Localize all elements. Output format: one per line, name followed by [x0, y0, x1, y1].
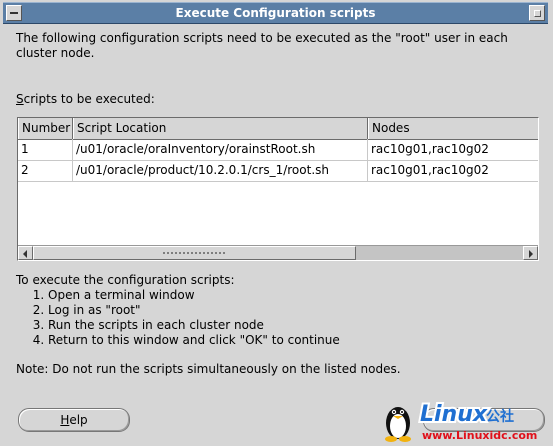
scripts-label-mnemonic: S — [16, 92, 24, 106]
watermark-url: www.Linuxidc.com — [422, 429, 537, 442]
horizontal-scrollbar[interactable] — [18, 245, 538, 260]
instructions: To execute the configuration scripts: Op… — [16, 273, 340, 348]
instructions-heading: To execute the configuration scripts: — [16, 273, 235, 287]
scrollbar-thumb[interactable] — [33, 246, 356, 260]
intro-text: The following configuration scripts need… — [16, 31, 508, 60]
watermark-logo-text: Linux — [420, 402, 488, 427]
column-header-nodes[interactable]: Nodes — [368, 118, 538, 139]
cell-script-location: /u01/oracle/oraInventory/orainstRoot.sh — [73, 139, 368, 160]
title-bar[interactable]: Execute Configuration scripts — [3, 2, 548, 24]
execute-config-dialog: Execute Configuration scripts The follow… — [0, 0, 553, 446]
cell-script-location: /u01/oracle/product/10.2.0.1/crs_1/root.… — [73, 160, 368, 181]
instruction-step: Open a terminal window — [48, 288, 340, 303]
table-row[interactable]: 1 /u01/oracle/oraInventory/orainstRoot.s… — [18, 139, 538, 161]
instruction-step: Run the scripts in each cluster node — [48, 318, 340, 333]
instruction-step: Return to this window and click "OK" to … — [48, 333, 340, 348]
scripts-label: Scripts to be executed: — [16, 92, 155, 106]
help-button-mnemonic: H — [60, 413, 70, 427]
column-header-script-location[interactable]: Script Location — [73, 118, 368, 139]
scripts-label-text: cripts to be executed: — [23, 92, 155, 106]
cell-nodes: rac10g01,rac10g02 — [371, 163, 489, 177]
cell-nodes: rac10g01,rac10g02 — [371, 142, 489, 156]
column-header-number[interactable]: Number — [18, 118, 73, 139]
scripts-table[interactable]: Number Script Location Nodes 1 /u01/orac… — [17, 117, 539, 261]
watermark-logo: Linux Linux 公社 www.Linuxidc.com — [380, 395, 550, 445]
note-text: Note: Do not run the scripts simultaneou… — [16, 362, 401, 376]
help-button[interactable]: Help — [18, 408, 130, 432]
watermark-logo-suffix: 公社 — [486, 408, 514, 425]
window-title: Execute Configuration scripts — [175, 6, 376, 20]
scroll-right-icon[interactable] — [523, 246, 538, 260]
scroll-left-icon[interactable] — [18, 246, 33, 260]
maximize-button[interactable] — [529, 5, 545, 21]
instruction-step: Log in as "root" — [48, 303, 340, 318]
cell-number: 2 — [18, 160, 73, 181]
table-header: Number Script Location Nodes — [18, 118, 538, 140]
cell-number: 1 — [18, 139, 73, 160]
table-row[interactable]: 2 /u01/oracle/product/10.2.0.1/crs_1/roo… — [18, 160, 538, 182]
instructions-steps: Open a terminal window Log in as "root" … — [16, 288, 340, 348]
help-button-label: elp — [69, 413, 88, 427]
